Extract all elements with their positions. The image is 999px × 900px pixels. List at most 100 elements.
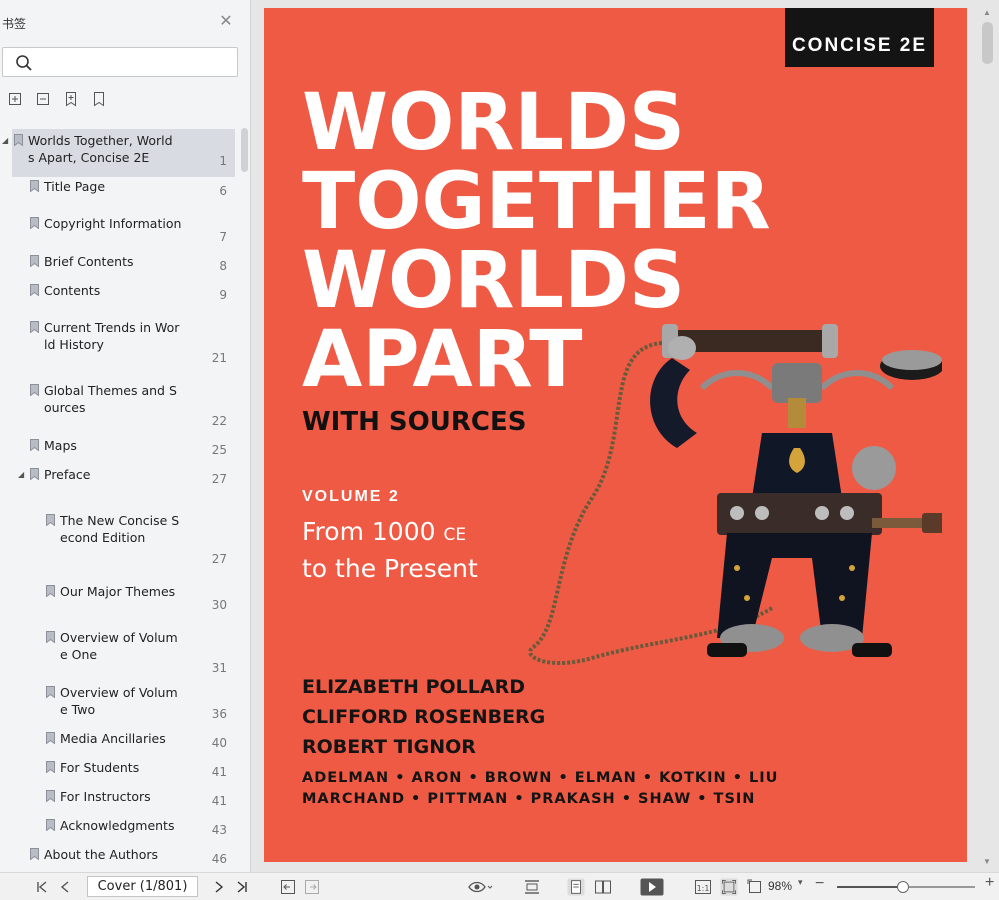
contributors-line: ADELMAN • ARON • BROWN • ELMAN • KOTKIN … — [302, 770, 779, 786]
rotate-page-icon[interactable] — [746, 878, 764, 896]
next-page-icon[interactable] — [214, 878, 224, 896]
bookmark-page-number: 1 — [219, 154, 227, 168]
cover-range: From 1000 CE to the Present — [302, 515, 478, 586]
zoom-dropdown-icon[interactable]: ▾ — [798, 877, 803, 895]
bookmark-search-box[interactable] — [2, 47, 238, 77]
page-number-input[interactable]: Cover (1/801) — [87, 876, 198, 897]
first-page-icon[interactable] — [36, 878, 48, 896]
bookmark-label: Our Major Themes — [60, 584, 176, 599]
scroll-up-icon[interactable]: ▲ — [983, 8, 991, 17]
bookmark-icon — [46, 686, 55, 698]
bookmark-label: Copyright Information — [44, 216, 182, 231]
bookmark-page-number: 46 — [211, 852, 227, 866]
bookmark-page-number: 9 — [219, 288, 227, 302]
bookmark-item[interactable]: Copyright Information 7 — [0, 215, 240, 255]
document-view: CONCISE 2E WORLDS TOGETHER WORLDS APART … — [252, 0, 999, 872]
add-bookmark-icon[interactable] — [64, 91, 78, 107]
bookmark-item[interactable]: ◢ Preface 27 — [0, 466, 240, 506]
cover-subtitle: WITH SOURCES — [302, 407, 527, 437]
close-icon[interactable]: ✕ — [219, 14, 233, 30]
author-name: CLIFFORD ROSENBERG — [302, 706, 546, 728]
bookmark-page-number: 40 — [211, 736, 227, 750]
previous-page-icon[interactable] — [60, 878, 70, 896]
bookmark-page-number: 8 — [219, 259, 227, 273]
actual-size-icon[interactable]: 1:1 — [694, 878, 712, 896]
range-ce: CE — [443, 525, 467, 545]
bookmark-icon — [30, 255, 39, 267]
bookmark-label: Overview of Volum e Two — [60, 685, 178, 717]
bookmark-icon — [30, 468, 39, 480]
bookmark-page-number: 31 — [211, 661, 227, 675]
contributors-line: MARCHAND • PITTMAN • PRAKASH • SHAW • TS… — [302, 791, 756, 807]
bookmark-item[interactable]: Global Themes and S ources 22 — [0, 382, 240, 428]
bookmark-item[interactable]: Overview of Volum e Two 36 — [0, 684, 240, 724]
bookmark-icon — [30, 284, 39, 296]
fit-width-icon[interactable] — [524, 878, 540, 896]
bookmark-label: Brief Contents — [44, 254, 134, 269]
bookmark-page-number: 30 — [211, 598, 227, 612]
bookmark-panel-header: 书签 ✕ — [0, 0, 250, 44]
bookmark-icon — [46, 585, 55, 597]
author-name: ROBERT TIGNOR — [302, 736, 476, 758]
bookmark-panel: 书签 ✕ ◢ Worlds Together, World s Apart, Co… — [0, 0, 251, 872]
collapse-caret-icon[interactable]: ◢ — [2, 136, 8, 145]
zoom-slider-handle[interactable] — [897, 881, 909, 893]
single-page-icon[interactable] — [566, 878, 586, 896]
bookmark-search-input[interactable] — [37, 52, 233, 72]
slideshow-icon[interactable] — [640, 878, 664, 896]
bookmark-icon[interactable] — [92, 91, 106, 107]
document-scrollbar-thumb[interactable] — [982, 22, 993, 64]
go-back-icon[interactable] — [280, 878, 296, 896]
bookmark-page-number: 41 — [211, 794, 227, 808]
bookmark-icon — [46, 819, 55, 831]
bookmark-icon — [30, 180, 39, 192]
cover-contributors: ADELMAN • ARON • BROWN • ELMAN • KOTKIN … — [302, 768, 778, 810]
bookmark-icon — [30, 439, 39, 451]
bookmark-toolbar — [8, 91, 106, 109]
zoom-in-icon[interactable]: + — [985, 874, 994, 892]
bookmark-item[interactable]: Overview of Volum e One 31 — [0, 629, 240, 675]
bookmark-label: Media Ancillaries — [60, 731, 166, 746]
bottom-toolbar: Cover (1/801) 1:1 98% ▾ − + — [0, 872, 999, 900]
svg-text:1:1: 1:1 — [697, 884, 710, 893]
zoom-level[interactable]: 98% — [768, 879, 792, 893]
eye-icon[interactable] — [468, 878, 494, 896]
bookmark-page-number: 6 — [219, 184, 227, 198]
bookmark-label: Maps — [44, 438, 77, 453]
fit-page-icon[interactable] — [718, 878, 740, 896]
bookmark-scrollbar[interactable] — [241, 128, 248, 172]
bookmark-icon — [46, 761, 55, 773]
range-line-2: to the Present — [302, 554, 478, 583]
bookmark-label: About the Authors — [44, 847, 159, 862]
bookmark-item[interactable]: The New Concise S econd Edition 27 — [0, 512, 240, 566]
bookmark-item[interactable]: Current Trends in Wor ld History 21 — [0, 319, 240, 365]
double-page-icon[interactable] — [594, 878, 612, 896]
expand-all-icon[interactable] — [8, 91, 22, 107]
zoom-slider-fill — [837, 886, 903, 888]
document-scrollbar-track[interactable] — [979, 10, 995, 868]
bookmark-label: Contents — [44, 283, 101, 298]
bookmark-page-number: 41 — [211, 765, 227, 779]
bookmark-label: Acknowledgments — [60, 818, 175, 833]
author-name: ELIZABETH POLLARD — [302, 676, 525, 698]
scroll-down-icon[interactable]: ▼ — [983, 857, 991, 866]
last-page-icon[interactable] — [236, 878, 248, 896]
bookmark-label: Global Themes and S ources — [44, 383, 177, 415]
bookmark-item[interactable]: ◢ Worlds Together, World s Apart, Concise… — [0, 129, 240, 177]
bookmark-label: The New Concise S econd Edition — [60, 513, 180, 545]
go-forward-icon[interactable] — [304, 878, 320, 896]
bookmark-item[interactable]: Contents 9 — [0, 282, 240, 322]
bookmark-page-number: 27 — [211, 472, 227, 486]
bookmark-icon — [30, 217, 39, 229]
bookmark-icon — [46, 514, 55, 526]
bookmark-panel-title: 书签 — [2, 17, 27, 31]
bookmark-item[interactable]: Our Major Themes 30 — [0, 583, 240, 623]
bookmark-item[interactable]: About the Authors 46 — [0, 846, 240, 869]
bookmark-item[interactable]: Title Page 6 — [0, 178, 240, 218]
range-line-1: From 1000 — [302, 517, 444, 546]
bookmark-tree: ◢ Worlds Together, World s Apart, Concise… — [0, 124, 240, 869]
collapse-all-icon[interactable] — [36, 91, 50, 107]
bookmark-icon — [14, 134, 23, 146]
zoom-out-icon[interactable]: − — [815, 875, 824, 893]
collapse-caret-icon[interactable]: ◢ — [18, 470, 24, 479]
